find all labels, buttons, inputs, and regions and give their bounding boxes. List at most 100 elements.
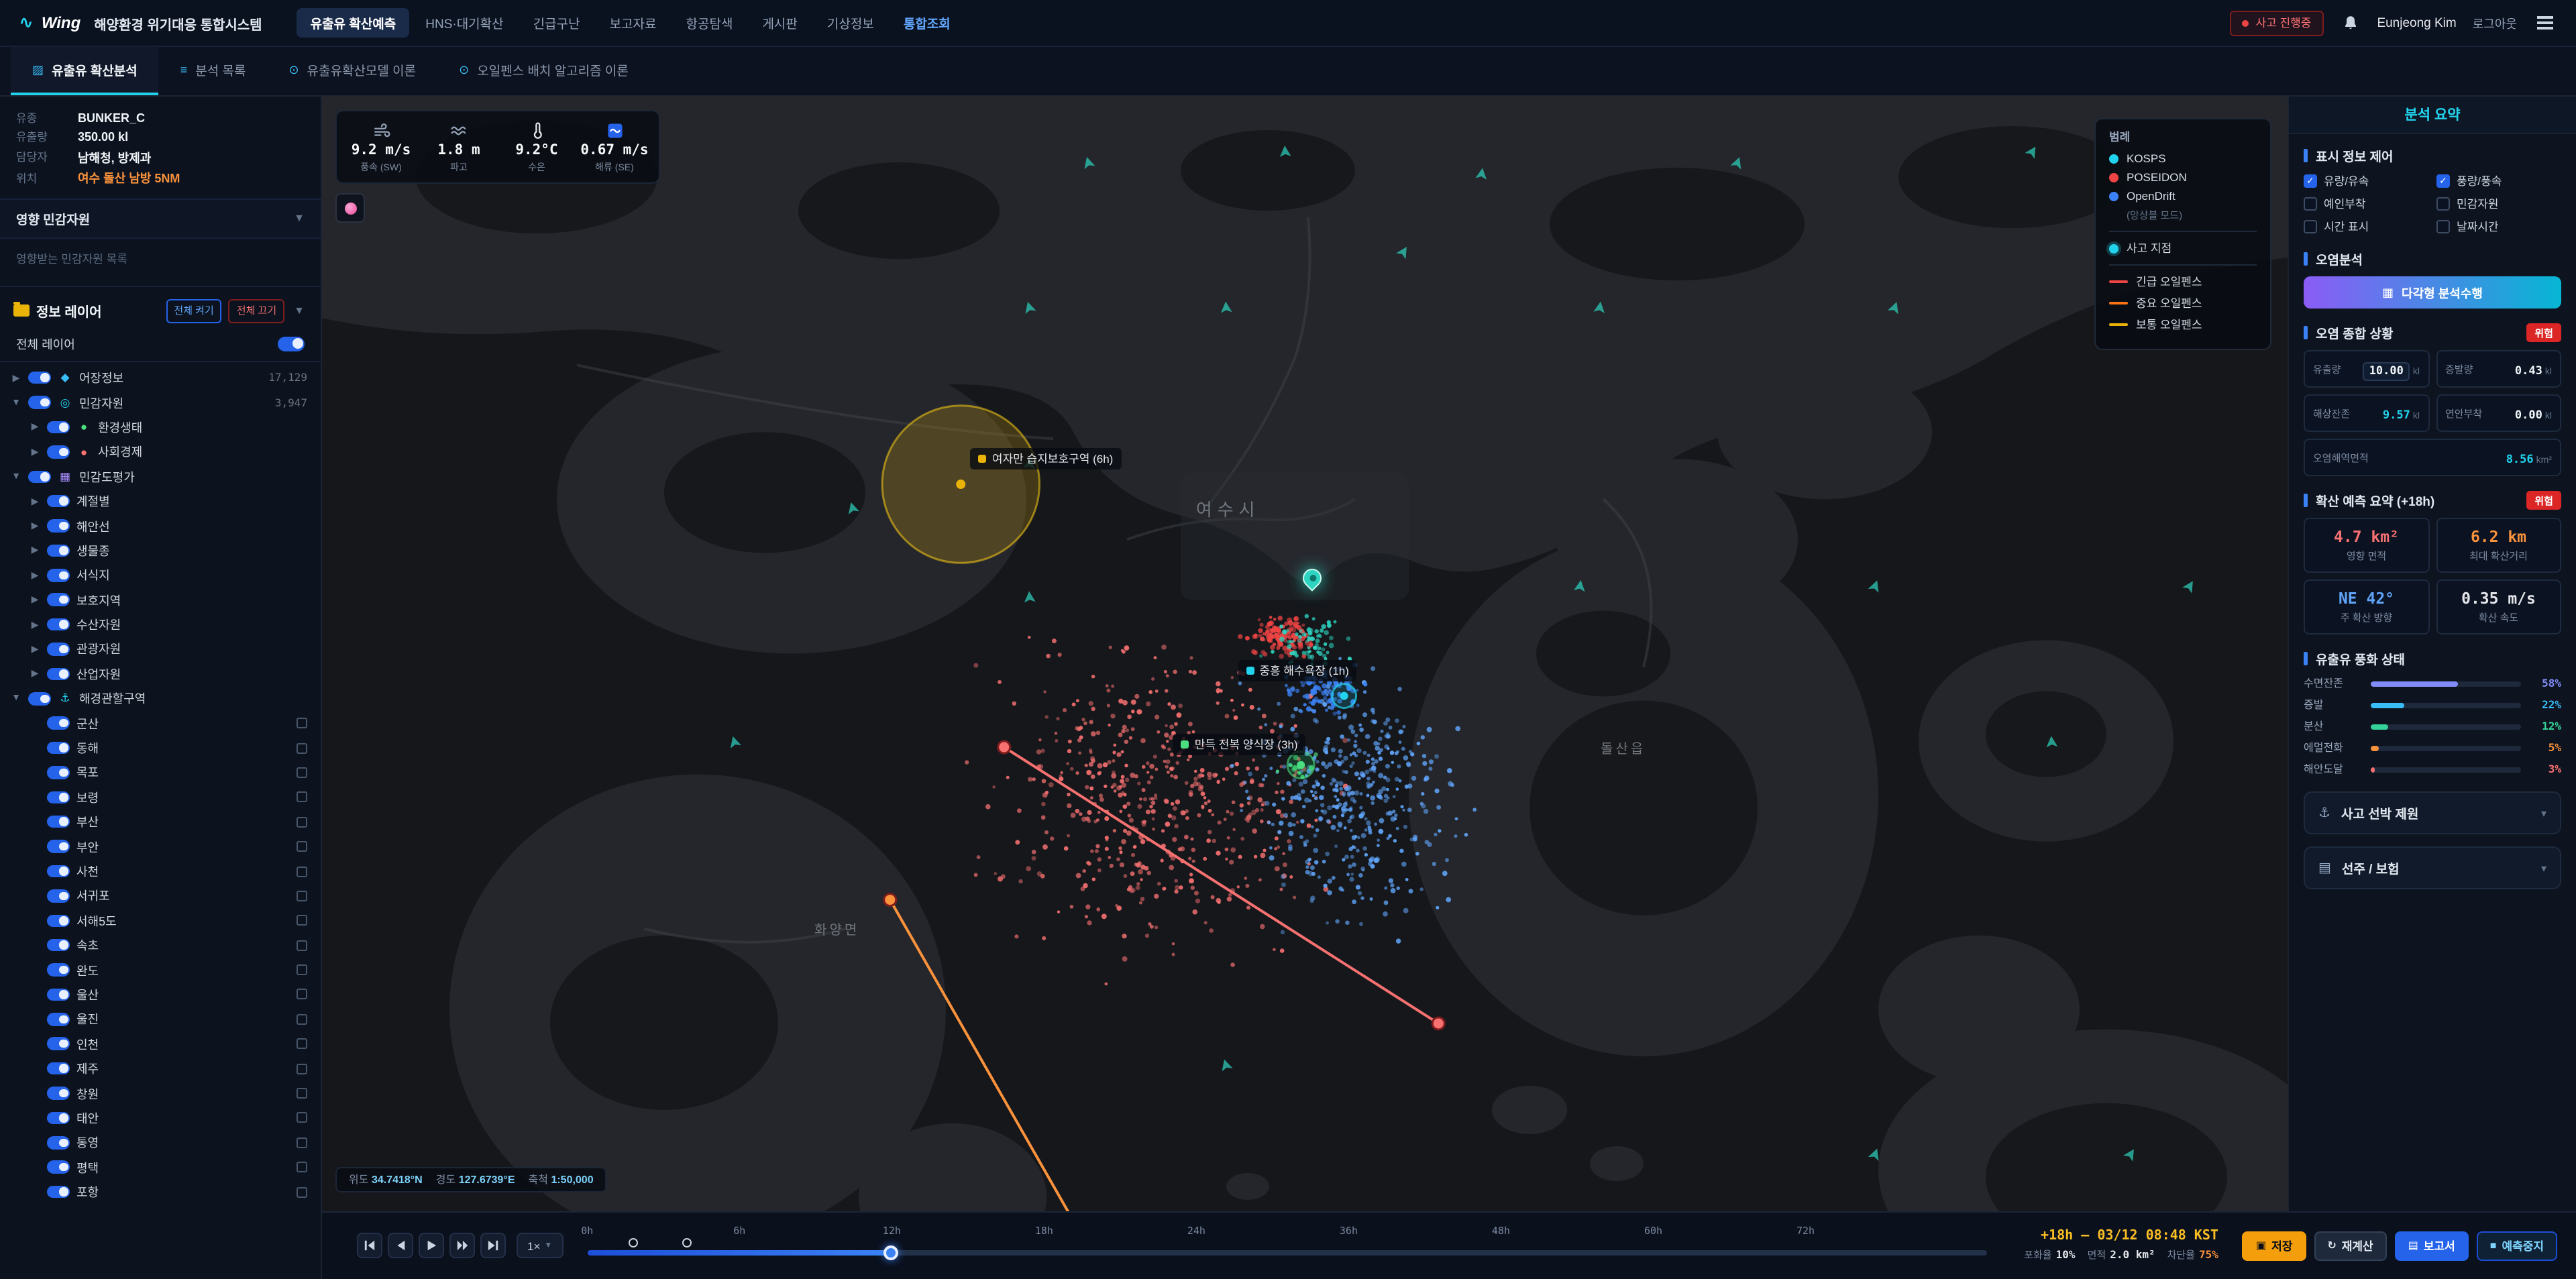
layer-toggle[interactable] bbox=[47, 520, 70, 533]
layer-row-수산자원[interactable]: ▶수산자원 bbox=[0, 612, 321, 637]
layer-toggle[interactable] bbox=[47, 1161, 70, 1174]
tab-유출유확산모델 이론[interactable]: ⊙유출유확산모델 이론 bbox=[267, 47, 437, 95]
layer-toggle[interactable] bbox=[47, 964, 70, 977]
checkbox-시간 표시[interactable]: 시간 표시 bbox=[2304, 219, 2428, 235]
layers-filter-icon[interactable]: ▼ bbox=[291, 304, 307, 317]
layer-toggle[interactable] bbox=[47, 914, 70, 927]
layer-row-서식지[interactable]: ▶서식지 bbox=[0, 563, 321, 588]
layer-row-어장정보[interactable]: ▶◆어장정보17,129 bbox=[0, 366, 321, 390]
layer-row-인천[interactable]: 인천 bbox=[0, 1032, 321, 1056]
layer-toggle[interactable] bbox=[47, 1186, 70, 1199]
layer-toggle[interactable] bbox=[47, 1038, 70, 1050]
region-extent-icon[interactable] bbox=[297, 940, 307, 950]
region-extent-icon[interactable] bbox=[297, 1063, 307, 1074]
layer-toggle[interactable] bbox=[47, 840, 70, 853]
layer-toggle[interactable] bbox=[47, 791, 70, 803]
layer-toggle[interactable] bbox=[47, 1062, 70, 1075]
region-extent-icon[interactable] bbox=[297, 718, 307, 728]
layer-row-제주[interactable]: 제주 bbox=[0, 1056, 321, 1081]
layer-row-사천[interactable]: 사천 bbox=[0, 859, 321, 884]
layer-toggle[interactable] bbox=[47, 766, 70, 779]
region-extent-icon[interactable] bbox=[297, 866, 307, 877]
skip-start-button[interactable] bbox=[357, 1233, 382, 1258]
region-extent-icon[interactable] bbox=[297, 989, 307, 1000]
layer-row-관광자원[interactable]: ▶관광자원 bbox=[0, 637, 321, 662]
region-extent-icon[interactable] bbox=[297, 767, 307, 778]
nav-item-긴급구난[interactable]: 긴급구난 bbox=[520, 8, 594, 38]
layer-row-울진[interactable]: 울진 bbox=[0, 1007, 321, 1032]
checkbox-유량/유속[interactable]: ✓유량/유속 bbox=[2304, 173, 2428, 189]
layer-row-민감도평가[interactable]: ▼▦민감도평가 bbox=[0, 464, 321, 489]
layer-row-민감자원[interactable]: ▼◎민감자원3,947 bbox=[0, 390, 321, 415]
region-extent-icon[interactable] bbox=[297, 1014, 307, 1025]
tab-유출유 확산분석[interactable]: ▨유출유 확산분석 bbox=[11, 47, 159, 95]
panel-title-tab[interactable]: 분석 요약 bbox=[2289, 97, 2576, 134]
layer-toggle[interactable] bbox=[47, 594, 70, 606]
layer-row-군산[interactable]: 군산 bbox=[0, 711, 321, 736]
layer-toggle[interactable] bbox=[47, 618, 70, 631]
layer-row-부산[interactable]: 부산 bbox=[0, 810, 321, 834]
layer-toggle[interactable] bbox=[47, 495, 70, 508]
all-layers-off-button[interactable]: 전체 끄기 bbox=[229, 298, 284, 323]
step-back-button[interactable] bbox=[388, 1233, 413, 1258]
region-extent-icon[interactable] bbox=[297, 792, 307, 803]
nav-item-보고자료[interactable]: 보고자료 bbox=[596, 8, 670, 38]
nav-item-기상정보[interactable]: 기상정보 bbox=[814, 8, 888, 38]
layer-row-부안[interactable]: 부안 bbox=[0, 834, 321, 859]
region-extent-icon[interactable] bbox=[297, 742, 307, 753]
layer-row-동해[interactable]: 동해 bbox=[0, 736, 321, 761]
fast-forward-button[interactable] bbox=[449, 1233, 475, 1258]
layer-toggle[interactable] bbox=[28, 692, 51, 705]
nav-item-유출유 확산예측[interactable]: 유출유 확산예측 bbox=[297, 8, 410, 38]
region-extent-icon[interactable] bbox=[297, 964, 307, 975]
skip-end-button[interactable] bbox=[480, 1233, 506, 1258]
layer-row-계절별[interactable]: ▶계절별 bbox=[0, 489, 321, 514]
owner-insurance-section[interactable]: ▤ 선주 / 보험 ▾ bbox=[2304, 846, 2561, 889]
layer-row-보호지역[interactable]: ▶보호지역 bbox=[0, 588, 321, 612]
region-extent-icon[interactable] bbox=[297, 1137, 307, 1148]
menu-icon[interactable] bbox=[2533, 13, 2557, 34]
nav-item-항공탐색[interactable]: 항공탐색 bbox=[673, 8, 747, 38]
play-button[interactable] bbox=[419, 1233, 444, 1258]
save-button[interactable]: ▣저장 bbox=[2243, 1231, 2306, 1260]
region-extent-icon[interactable] bbox=[297, 1113, 307, 1123]
layer-toggle[interactable] bbox=[47, 865, 70, 878]
layer-row-환경생태[interactable]: ▶●환경생태 bbox=[0, 415, 321, 440]
layer-row-통영[interactable]: 통영 bbox=[0, 1130, 321, 1155]
layer-row-창원[interactable]: 창원 bbox=[0, 1081, 321, 1106]
region-extent-icon[interactable] bbox=[297, 1038, 307, 1049]
nav-item-HNS·대기확산[interactable]: HNS·대기확산 bbox=[412, 8, 517, 38]
layer-row-서귀포[interactable]: 서귀포 bbox=[0, 883, 321, 908]
timeline-handle[interactable] bbox=[883, 1245, 898, 1260]
checkbox-풍량/풍속[interactable]: ✓풍량/풍속 bbox=[2436, 173, 2561, 189]
left-sidebar[interactable]: 유종BUNKER_C유출량350.00 kl담당자남해청, 방제과위치여수 돌산… bbox=[0, 97, 322, 1279]
fence-deploy-marker[interactable] bbox=[682, 1237, 692, 1247]
layer-toggle[interactable] bbox=[47, 717, 70, 730]
region-extent-icon[interactable] bbox=[297, 891, 307, 901]
layer-toggle[interactable] bbox=[47, 988, 70, 1001]
stop-button[interactable]: ■예측중지 bbox=[2477, 1231, 2557, 1260]
nav-item-게시판[interactable]: 게시판 bbox=[749, 8, 810, 38]
timeline-track[interactable]: 0h6h12h18h24h36h48h60h72h bbox=[587, 1223, 1988, 1268]
layer-toggle[interactable] bbox=[47, 1013, 70, 1025]
checkbox-날짜시간[interactable]: 날짜시간 bbox=[2436, 219, 2561, 235]
layer-row-완도[interactable]: 완도 bbox=[0, 958, 321, 983]
layer-row-사회경제[interactable]: ▶●사회경제 bbox=[0, 439, 321, 464]
layer-row-생물종[interactable]: ▶생물종 bbox=[0, 538, 321, 563]
layer-toggle[interactable] bbox=[47, 544, 70, 557]
layer-row-속초[interactable]: 속초 bbox=[0, 933, 321, 958]
layer-toggle[interactable] bbox=[47, 1087, 70, 1100]
region-extent-icon[interactable] bbox=[297, 1088, 307, 1099]
layer-row-보령[interactable]: 보령 bbox=[0, 785, 321, 810]
region-extent-icon[interactable] bbox=[297, 915, 307, 926]
polygon-analysis-button[interactable]: ▦다각형 분석수행 bbox=[2304, 276, 2561, 309]
region-extent-icon[interactable] bbox=[297, 816, 307, 827]
notification-bell-icon[interactable] bbox=[2339, 12, 2361, 34]
layer-toggle[interactable] bbox=[28, 470, 51, 483]
layer-toggle[interactable] bbox=[47, 643, 70, 655]
layer-row-평택[interactable]: 평택 bbox=[0, 1155, 321, 1180]
report-button[interactable]: ▤보고서 bbox=[2395, 1231, 2469, 1260]
layer-toggle[interactable] bbox=[47, 1136, 70, 1149]
vessel-spec-section[interactable]: ⚓ 사고 선박 제원 ▾ bbox=[2304, 791, 2561, 834]
layer-row-포항[interactable]: 포항 bbox=[0, 1180, 321, 1205]
